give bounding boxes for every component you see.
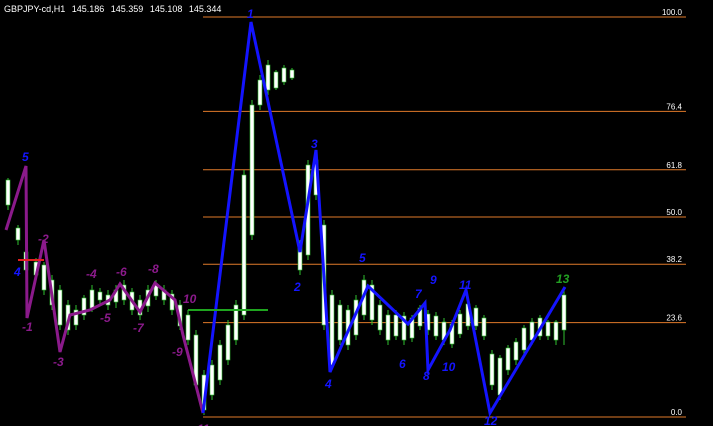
fib-level-label: 100.0 [662, 8, 683, 17]
candle-body [553, 321, 559, 341]
wave-label: -3 [53, 355, 64, 369]
candle-body [249, 104, 255, 236]
price-chart[interactable]: 100.076.461.850.038.223.60.0135245479 116… [0, 0, 713, 426]
candle-body [97, 291, 103, 301]
wave-label: 4 [324, 377, 332, 391]
wave-label: 12 [484, 414, 498, 426]
wave-label: -9 [172, 345, 183, 359]
candle-body [273, 71, 279, 89]
candle-body [489, 353, 495, 386]
candle-body [281, 67, 287, 83]
candle-body [89, 289, 95, 309]
candle-body [217, 344, 223, 381]
wave-label: 5 [359, 251, 366, 265]
wave-label: 4 [13, 265, 21, 279]
wave-label: -1 [22, 320, 33, 334]
candle-body [5, 179, 11, 206]
candle-body [561, 294, 567, 331]
candle-body [481, 317, 487, 337]
wave-label: 9 [430, 273, 437, 287]
candle-body [393, 314, 399, 337]
candle-body [521, 327, 527, 351]
fib-level-label: 50.0 [666, 208, 682, 217]
candle-body [265, 64, 271, 91]
wave-label: -4 [86, 267, 97, 281]
close-price: 145.344 [188, 4, 222, 14]
wave-label: -6 [116, 265, 127, 279]
wave-label: 8 [423, 369, 430, 383]
candle-body [545, 321, 551, 337]
candle-body [225, 324, 231, 361]
wave-line-purple [4, 165, 205, 414]
candle-body [473, 307, 479, 327]
candle-body [497, 357, 503, 396]
candle-body [57, 289, 63, 326]
candle-body [505, 347, 511, 371]
fib-level-label: 76.4 [666, 102, 682, 111]
candle-body [377, 304, 383, 331]
chart-header: GBPJPY-cd,H1 145.186 145.359 145.108 145… [4, 4, 225, 14]
low-price: 145.108 [149, 4, 183, 14]
wave-label: 13 [556, 272, 570, 286]
open-price: 145.186 [71, 4, 105, 14]
candle-body [41, 264, 47, 291]
candle-body [385, 314, 391, 341]
chart-window[interactable]: 100.0 76.4 61.8 50.0 38.2 23.6 0.0 1 3 5 2 4 5 4 7 9 11 6… [0, 0, 713, 426]
wave-label: -7 [133, 321, 145, 335]
candle-body [289, 69, 295, 79]
wave-label: 1 [247, 7, 254, 21]
wave-label: 5 [22, 150, 29, 164]
candle-body [185, 314, 191, 341]
candle-body [15, 227, 21, 241]
wave-label: 10 [183, 292, 197, 306]
wave-label: -5 [100, 311, 111, 325]
wave-label: 11 [459, 278, 472, 292]
fib-level-label: 0.0 [671, 408, 683, 417]
wave-label: 2 [293, 280, 301, 294]
symbol-label: GBPJPY-cd,H1 [4, 4, 66, 14]
candle-body [337, 304, 343, 341]
fib-level-label: 61.8 [666, 161, 682, 170]
wave-label: 11 [197, 422, 210, 426]
candle-body [241, 174, 247, 316]
wave-label: 10 [442, 360, 456, 374]
wave-label: -2 [38, 232, 49, 246]
candle-body [257, 79, 263, 106]
candle-body [209, 364, 215, 396]
candle-body [457, 313, 463, 335]
candle-body [433, 315, 439, 337]
high-price: 145.359 [110, 4, 144, 14]
fib-level-label: 38.2 [666, 255, 682, 264]
fib-level-label: 23.6 [666, 314, 682, 323]
wave-label: 6 [399, 357, 406, 371]
wave-label: -8 [148, 262, 159, 276]
wave-label: 7 [415, 287, 423, 301]
wave-label: 3 [311, 137, 318, 151]
candle-body [329, 294, 335, 366]
candle-body [513, 341, 519, 361]
